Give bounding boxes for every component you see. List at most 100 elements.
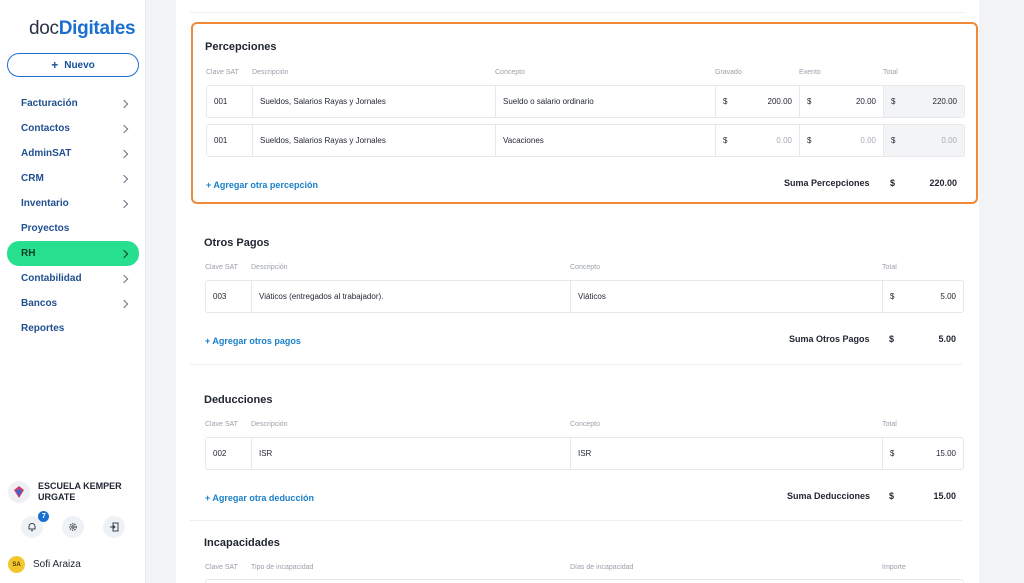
notifications-button[interactable]: 7	[21, 511, 50, 538]
chevron-right-icon	[119, 274, 129, 283]
clave-sat-cell[interactable]: 001	[207, 86, 253, 117]
currency-symbol: $	[723, 136, 728, 145]
sidebar-item-label: Proyectos	[21, 223, 70, 234]
section-title: Incapacidades	[204, 537, 280, 549]
table-row: 001 Sueldos, Salarios Rayas y Jornales S…	[206, 85, 965, 118]
sidebar-tools: 7	[0, 511, 146, 538]
descripcion-value: ISR	[259, 449, 273, 458]
sidebar-item-rh[interactable]: RH	[7, 241, 139, 266]
sidebar-item-contabilidad[interactable]: Contabilidad	[7, 266, 139, 291]
descripcion-value: Sueldos, Salarios Rayas y Jornales	[260, 97, 386, 106]
column-header-descripcion: Descripción	[251, 421, 288, 428]
column-header-clave: Clave SAT	[205, 564, 238, 571]
gravado-value: 200.00	[767, 97, 792, 106]
clave-sat-cell[interactable]: 003	[206, 281, 252, 312]
logout-button[interactable]	[102, 516, 125, 538]
total-value: 15.00	[935, 449, 956, 458]
concepto-value: ISR	[578, 449, 592, 458]
sidebar-item-bancos[interactable]: Bancos	[7, 291, 139, 316]
currency-symbol: $	[891, 97, 896, 106]
sidebar-item-label: Inventario	[21, 198, 69, 209]
gravado-input[interactable]: $0.00	[716, 125, 800, 156]
divider	[190, 12, 965, 13]
gear-icon	[69, 523, 77, 531]
total-input[interactable]: $5.00	[883, 281, 963, 312]
exento-value: 0.00	[860, 136, 876, 145]
divider	[190, 364, 962, 365]
sidebar-item-label: Facturación	[21, 98, 78, 109]
descripcion-value: Sueldos, Salarios Rayas y Jornales	[260, 136, 386, 145]
descripcion-cell[interactable]: Sueldos, Salarios Rayas y Jornales	[253, 125, 496, 156]
concepto-cell[interactable]: Sueldo o salario ordinario	[496, 86, 716, 117]
column-header-total: Total	[882, 421, 897, 428]
clave-sat-value: 001	[214, 97, 228, 106]
sidebar-item-reportes[interactable]: Reportes	[7, 316, 139, 341]
sidebar-item-label: Contactos	[21, 123, 70, 134]
organization-logo-icon	[8, 481, 30, 503]
add-deduccion-link[interactable]: + Agregar otra deducción	[205, 493, 314, 503]
total-input[interactable]: $15.00	[883, 438, 963, 469]
sidebar-item-label: CRM	[21, 173, 44, 184]
new-button[interactable]: + Nuevo	[7, 53, 139, 77]
column-header-clave: Clave SAT	[205, 264, 238, 271]
section-title: Otros Pagos	[204, 237, 270, 249]
table-row: 001 Sueldos, Salarios Rayas y Jornales V…	[206, 124, 965, 157]
plus-icon: +	[51, 58, 59, 72]
total-cell: $220.00	[884, 86, 964, 117]
currency-symbol: $	[807, 97, 812, 106]
table-row	[205, 579, 964, 583]
organization-selector[interactable]: ESCUELA KEMPER URGATE	[8, 481, 138, 503]
clave-sat-value: 003	[213, 292, 227, 301]
sum-label: Suma Percepciones	[784, 178, 870, 188]
incapacidades-section: Incapacidades Clave SAT Tipo de incapaci…	[192, 526, 964, 583]
chevron-right-icon	[119, 124, 129, 133]
concepto-cell[interactable]: ISR	[571, 438, 883, 469]
clave-sat-cell[interactable]: 002	[206, 438, 252, 469]
gravado-input[interactable]: $200.00	[716, 86, 800, 117]
sidebar-item-contactos[interactable]: Contactos	[7, 116, 139, 141]
percepciones-section: Percepciones Clave SAT Descripción Conce…	[191, 22, 978, 204]
settings-button[interactable]	[61, 516, 84, 538]
sidebar-item-adminsat[interactable]: AdminSAT	[7, 141, 139, 166]
concepto-value: Viáticos	[578, 292, 606, 301]
column-header-concepto: Concepto	[570, 421, 600, 428]
column-header-concepto: Concepto	[570, 264, 600, 271]
descripcion-value: Viáticos (entregados al trabajador).	[259, 292, 384, 301]
sidebar-item-label: Reportes	[21, 323, 65, 334]
column-header-clave: Clave SAT	[206, 69, 239, 76]
add-percepcion-link[interactable]: + Agregar otra percepción	[206, 180, 318, 190]
descripcion-cell[interactable]: Sueldos, Salarios Rayas y Jornales	[253, 86, 496, 117]
currency-symbol: $	[891, 136, 896, 145]
gravado-value: 0.00	[776, 136, 792, 145]
new-button-label: Nuevo	[64, 59, 95, 71]
chevron-right-icon	[119, 249, 129, 258]
sidebar-item-label: Bancos	[21, 298, 58, 309]
descripcion-cell[interactable]: ISR	[252, 438, 571, 469]
exento-input[interactable]: $20.00	[800, 86, 884, 117]
concepto-cell[interactable]: Vacaciones	[496, 125, 716, 156]
exento-input[interactable]: $0.00	[800, 125, 884, 156]
total-value: 220.00	[932, 97, 957, 106]
descripcion-cell[interactable]: Viáticos (entregados al trabajador).	[252, 281, 571, 312]
notification-count-badge: 7	[38, 511, 50, 522]
sidebar-item-proyectos[interactable]: Proyectos	[7, 216, 139, 241]
brand-logo-part1: doc	[29, 18, 59, 39]
sidebar-item-inventario[interactable]: Inventario	[7, 191, 139, 216]
sum-value: 15.00	[933, 491, 956, 501]
section-title: Percepciones	[205, 41, 277, 53]
sum-value: 5.00	[938, 334, 956, 344]
clave-sat-cell[interactable]: 001	[207, 125, 253, 156]
total-cell: $0.00	[884, 125, 964, 156]
deducciones-section: Deducciones Clave SAT Descripción Concep…	[192, 383, 964, 513]
user-profile[interactable]: SA Sofi Araiza	[8, 556, 81, 573]
chevron-right-icon	[119, 299, 129, 308]
concepto-cell[interactable]: Viáticos	[571, 281, 883, 312]
brand-logo[interactable]: docDigitales	[29, 18, 136, 40]
sidebar-item-facturacion[interactable]: Facturación	[7, 91, 139, 116]
sidebar-item-crm[interactable]: CRM	[7, 166, 139, 191]
avatar: SA	[8, 556, 25, 573]
add-otros-pagos-link[interactable]: + Agregar otros pagos	[205, 336, 301, 346]
user-name: Sofi Araiza	[33, 559, 81, 570]
chevron-right-icon	[119, 174, 129, 183]
column-header-tipo: Tipo de incapacidad	[251, 564, 314, 571]
